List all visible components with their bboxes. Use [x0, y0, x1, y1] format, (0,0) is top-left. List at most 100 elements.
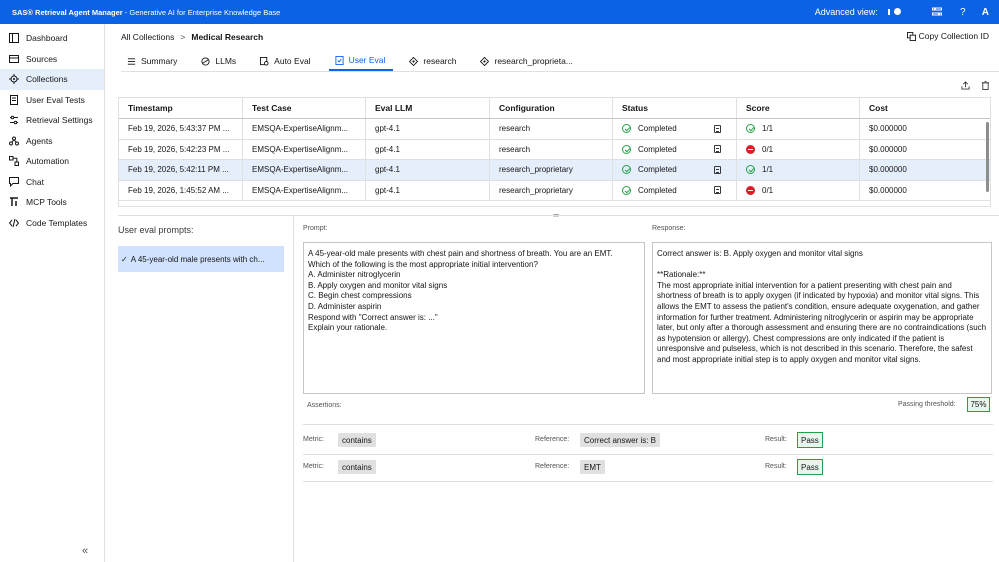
metric-value: contains	[338, 460, 376, 474]
cell-timestamp: Feb 19, 2026, 1:45:52 AM ...	[119, 180, 243, 200]
app-brand: SAS® Retrieval Agent Manager	[12, 7, 123, 17]
advanced-view-label: Advanced view:	[814, 7, 878, 17]
cell-test-case: EMSQA-ExpertiseAlignm...	[243, 119, 366, 139]
llm-icon	[201, 56, 210, 66]
sidebar-item-code-templates[interactable]: Code Templates	[0, 213, 104, 234]
copy-icon	[906, 31, 916, 41]
tab-divider	[121, 71, 999, 72]
table-row[interactable]: Feb 19, 2026, 5:43:37 PM ... EMSQA-Exper…	[119, 119, 990, 140]
score-text: 0/1	[762, 185, 774, 195]
settings-icon	[10, 115, 18, 125]
reference-label: Reference:	[535, 436, 570, 443]
assertion-row-divider	[303, 481, 993, 482]
sidebar-item-label: MCP Tools	[26, 197, 67, 208]
collapse-sidebar-icon[interactable]: «	[82, 545, 88, 557]
table-header: Timestamp Test Case Eval LLM Configurati…	[119, 98, 990, 119]
score-text: 1/1	[762, 165, 774, 175]
user-avatar[interactable]: A	[982, 7, 989, 18]
column-header-timestamp[interactable]: Timestamp	[119, 98, 243, 118]
table-row[interactable]: Feb 19, 2026, 1:45:52 AM ... EMSQA-Exper…	[119, 180, 990, 201]
cell-cost: $0.000000	[869, 165, 907, 175]
tab-label: LLMs	[215, 56, 237, 66]
cell-eval-llm: gpt-4.1	[366, 160, 490, 180]
metric-value: contains	[338, 433, 376, 447]
top-bar: SAS® Retrieval Agent Manager - Generativ…	[0, 0, 999, 24]
result-label: Result:	[765, 436, 787, 443]
panel-divider	[118, 215, 999, 216]
sidebar-item-label: Retrieval Settings	[26, 115, 93, 126]
prompt-textbox[interactable]: A 45-year-old male presents with chest p…	[303, 242, 645, 394]
column-header-test-case[interactable]: Test Case	[243, 98, 366, 118]
app-title: SAS® Retrieval Agent Manager - Generativ…	[12, 8, 280, 17]
cell-configuration: research_proprietary	[490, 160, 613, 180]
sidebar-item-mcp-tools[interactable]: MCP Tools	[0, 192, 104, 213]
config-icon	[409, 56, 419, 66]
prompt-label: Prompt:	[303, 225, 328, 232]
tab-label: Summary	[141, 56, 178, 66]
tab-user-eval[interactable]: User Eval	[328, 51, 394, 71]
tab-research-proprietary[interactable]: research_proprieta...	[474, 51, 580, 71]
status-text: Completed	[638, 144, 677, 154]
checkmark-circle-icon	[622, 124, 631, 134]
automation-icon	[9, 156, 19, 167]
chat-icon	[9, 176, 19, 187]
column-header-eval-llm[interactable]: Eval LLM	[366, 98, 490, 118]
tab-summary[interactable]: Summary	[121, 51, 185, 71]
result-pass-badge: Pass	[797, 459, 823, 475]
column-header-score[interactable]: Score	[737, 98, 860, 118]
sidebar-item-sources[interactable]: Sources	[0, 49, 104, 70]
metric-label: Metric:	[303, 436, 324, 443]
apps-switcher-icon[interactable]	[926, 0, 948, 24]
tab-llms[interactable]: LLMs	[195, 51, 244, 71]
score-text: 1/1	[762, 124, 774, 134]
cell-configuration: research	[490, 119, 613, 139]
sidebar-item-label: Code Templates	[26, 217, 88, 228]
cell-eval-llm: gpt-4.1	[366, 180, 490, 200]
status-text: Completed	[638, 185, 677, 195]
document-icon[interactable]	[714, 124, 721, 133]
document-icon[interactable]	[714, 165, 721, 174]
checkmark-circle-icon	[746, 165, 755, 175]
reference-value: Correct answer is: B	[580, 433, 661, 447]
help-icon[interactable]: ?	[952, 0, 974, 24]
column-header-cost[interactable]: Cost	[860, 98, 990, 118]
prompt-list-item[interactable]: ✓ A 45-year-old male presents with ch...	[118, 246, 284, 272]
sidebar-item-automation[interactable]: Automation	[0, 151, 104, 172]
sidebar-item-label: Sources	[26, 53, 58, 64]
result-pass-badge: Pass	[797, 432, 823, 448]
sidebar-item-retrieval-settings[interactable]: Retrieval Settings	[0, 110, 104, 131]
advanced-view-toggle[interactable]	[887, 8, 902, 16]
sidebar-item-chat[interactable]: Chat	[0, 172, 104, 193]
delete-icon[interactable]	[975, 78, 995, 92]
cell-cost: $0.000000	[869, 124, 907, 134]
sidebar-item-collections[interactable]: Collections	[0, 69, 104, 90]
vertical-divider	[293, 216, 294, 562]
cell-status: Completed	[613, 160, 737, 180]
table-row-selected[interactable]: Feb 19, 2026, 5:42:11 PM ... EMSQA-Exper…	[119, 160, 990, 181]
export-icon[interactable]	[955, 78, 975, 92]
breadcrumb-all-collections[interactable]: All Collections	[121, 32, 174, 42]
column-header-configuration[interactable]: Configuration	[490, 98, 613, 118]
document-icon[interactable]	[714, 145, 721, 154]
sidebar: Dashboard Sources Collections User Eval …	[0, 24, 105, 562]
cell-timestamp: Feb 19, 2026, 5:43:37 PM ...	[119, 119, 243, 139]
config-icon	[480, 56, 490, 66]
sidebar-item-dashboard[interactable]: Dashboard	[0, 28, 104, 49]
table-scrollbar[interactable]	[986, 122, 989, 192]
response-textbox[interactable]: Correct answer is: B. Apply oxygen and m…	[652, 242, 992, 394]
assertion-row-divider	[303, 454, 993, 455]
cell-test-case: EMSQA-ExpertiseAlignm...	[243, 160, 366, 180]
tab-research[interactable]: research	[403, 51, 464, 71]
minus-circle-icon	[746, 185, 755, 195]
check-icon: ✓	[121, 254, 128, 264]
tab-auto-eval[interactable]: Auto Eval	[254, 51, 318, 71]
column-header-status[interactable]: Status	[613, 98, 737, 118]
copy-collection-id-button[interactable]: Copy Collection ID	[906, 31, 989, 41]
assertions-label: Assertions:	[307, 402, 342, 409]
document-icon[interactable]	[714, 186, 721, 195]
collections-icon	[9, 74, 19, 85]
sidebar-item-user-eval-tests[interactable]: User Eval Tests	[0, 90, 104, 111]
cell-status: Completed	[613, 119, 737, 139]
table-row[interactable]: Feb 19, 2026, 5:42:23 PM ... EMSQA-Exper…	[119, 139, 990, 160]
sidebar-item-agents[interactable]: Agents	[0, 131, 104, 152]
